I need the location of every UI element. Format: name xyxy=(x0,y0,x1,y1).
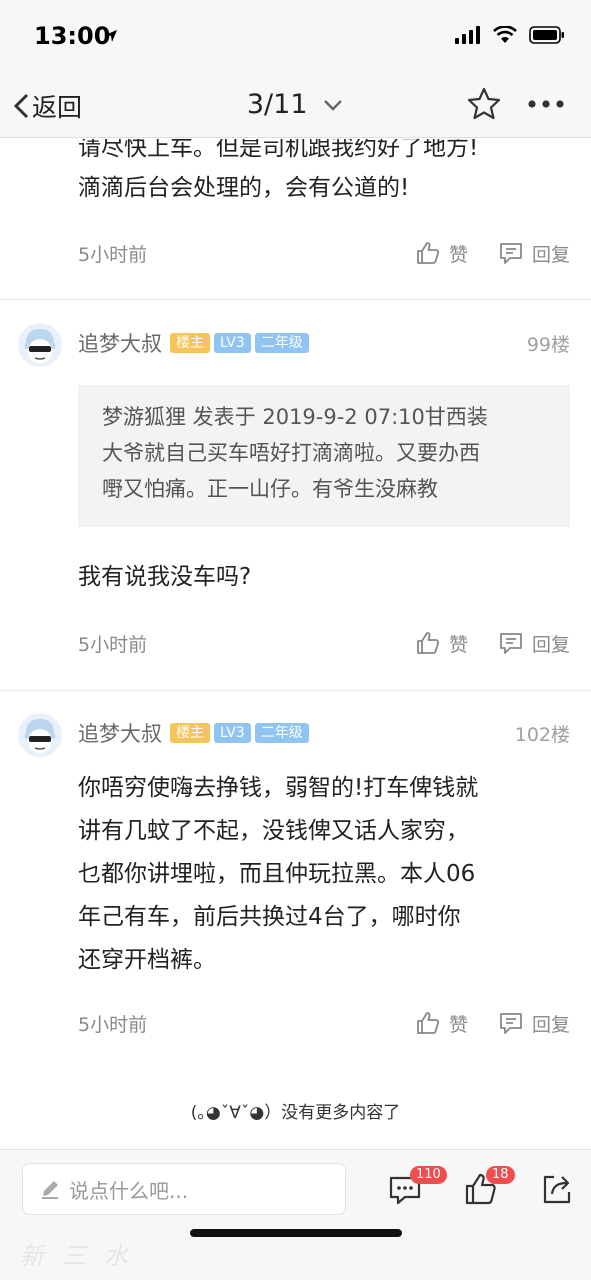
avatar-image xyxy=(18,713,62,757)
comment-line: 请尽快上车。但是司机跟我约好了地方! xyxy=(78,139,479,161)
comment-meta: 5小时前 赞 回复 xyxy=(78,238,570,268)
watermark: 新三水 xyxy=(20,1242,146,1270)
reply-label: 回复 xyxy=(531,633,570,656)
author-row: 追梦大叔 楼主 LV3 二年级 102楼 xyxy=(78,718,570,748)
like-label: 赞 xyxy=(448,243,468,266)
battery-icon xyxy=(529,26,564,44)
comment-meta: 5小时前 赞 回复 xyxy=(78,628,570,658)
owner-badge: 楼主 xyxy=(170,723,210,743)
like-count-badge: 18 xyxy=(486,1166,515,1184)
reply-label: 回复 xyxy=(531,243,570,266)
location-arrow-icon xyxy=(105,30,117,42)
reply-bubble-icon xyxy=(500,633,522,654)
comment-line: 讲有几蚊了不起，没钱俾又话人家穷， xyxy=(78,818,469,844)
status-time: 13:00 xyxy=(34,22,111,50)
comments-button[interactable]: 110 xyxy=(388,1166,447,1210)
like-button[interactable]: 赞 xyxy=(415,240,468,267)
reply-button[interactable]: 回复 xyxy=(498,630,570,657)
reply-bubble-icon xyxy=(500,243,522,264)
owner-badge: 楼主 xyxy=(170,333,210,353)
grade-badge: 二年级 xyxy=(254,333,309,353)
comment-time: 5小时前 xyxy=(78,243,148,266)
comment-line: 你唔穷使嗨去挣钱，弱智的!打车俾钱就 xyxy=(78,775,479,801)
comment-line: 年己有车，前后共换过4台了，哪时你 xyxy=(78,904,461,930)
more-icon[interactable] xyxy=(528,100,564,108)
reply-button[interactable]: 回复 xyxy=(498,240,570,267)
comment-line: 乜都你讲埋啦，而且仲玩拉黑。本人06 xyxy=(78,861,476,887)
page-selector[interactable]: 3/11 xyxy=(0,88,591,120)
avatar[interactable] xyxy=(18,323,62,367)
comment-input-placeholder: 说点什么吧... xyxy=(69,1178,189,1203)
comment-list[interactable]: 请尽快上车。但是司机跟我约好了地方! 滴滴后台会处理的，会有公道的! 5小时前 … xyxy=(0,139,591,1149)
comment-line: 还穿开档裤。 xyxy=(78,947,216,973)
share-button[interactable] xyxy=(540,1172,574,1210)
divider xyxy=(0,690,591,691)
grade-badge: 二年级 xyxy=(254,723,309,743)
pencil-icon xyxy=(42,1181,58,1199)
status-bar: 13:00 xyxy=(0,0,591,70)
share-icon xyxy=(543,1175,571,1204)
like-label: 赞 xyxy=(448,633,468,656)
comment-line: 我有说我没车吗? xyxy=(78,564,252,590)
thumbs-up-icon xyxy=(417,1012,439,1034)
quote-line: 大爷就自己买车唔好打滴滴啦。又要办西 xyxy=(102,441,480,465)
cellular-signal-icon xyxy=(455,26,480,44)
comment-count-badge: 110 xyxy=(410,1166,447,1184)
thumbs-up-icon xyxy=(417,632,439,654)
reply-bubble-icon xyxy=(500,1013,522,1034)
comment-input[interactable]: 说点什么吧... xyxy=(22,1163,346,1215)
avatar-image xyxy=(18,323,62,367)
like-button[interactable]: 赞 xyxy=(415,630,468,657)
comment-time: 5小时前 xyxy=(78,1013,148,1036)
comment-text: 我有说我没车吗? xyxy=(78,557,570,597)
author-name[interactable]: 追梦大叔 xyxy=(78,718,162,748)
page-indicator: 3/11 xyxy=(246,89,308,120)
comment-text: 你唔穷使嗨去挣钱，弱智的!打车俾钱就 讲有几蚊了不起，没钱俾又话人家穷， 乜都你… xyxy=(78,767,570,982)
author-name[interactable]: 追梦大叔 xyxy=(78,328,162,358)
comment-text: 请尽快上车。但是司机跟我约好了地方! 滴滴后台会处理的，会有公道的! xyxy=(78,139,570,208)
comment-line: 滴滴后台会处理的，会有公道的! xyxy=(78,175,410,201)
wifi-icon xyxy=(493,26,517,43)
like-label: 赞 xyxy=(448,1013,468,1036)
level-badge: LV3 xyxy=(214,723,251,743)
home-indicator[interactable] xyxy=(190,1229,402,1237)
quote-box: 梦游狐狸 发表于 2019-9-2 07:10甘西装 大爷就自己买车唔好打滴滴啦… xyxy=(78,385,570,527)
level-badge: LV3 xyxy=(214,333,251,353)
comment-time: 5小时前 xyxy=(78,633,148,656)
nav-bar: 返回 3/11 xyxy=(0,70,591,138)
comment-meta: 5小时前 赞 回复 xyxy=(78,1008,570,1038)
reply-button[interactable]: 回复 xyxy=(498,1010,570,1037)
floor-number: 99楼 xyxy=(526,333,570,356)
star-icon[interactable] xyxy=(466,86,502,122)
floor-number: 102楼 xyxy=(514,723,570,746)
quote-line: 嘢又怕痛。正一山仔。有爷生没麻教 xyxy=(102,477,438,501)
thumbs-up-icon xyxy=(417,242,439,264)
divider xyxy=(0,299,591,300)
quote-line: 梦游狐狸 发表于 2019-9-2 07:10甘西装 xyxy=(102,405,488,429)
chevron-down-icon xyxy=(324,99,342,111)
like-button[interactable]: 赞 xyxy=(415,1010,468,1037)
reply-label: 回复 xyxy=(531,1013,570,1036)
author-row: 追梦大叔 楼主 LV3 二年级 99楼 xyxy=(78,328,570,358)
like-post-button[interactable]: 18 xyxy=(464,1166,515,1210)
end-of-list-note: (｡◕ˇ∀ˇ◕）没有更多内容了 xyxy=(190,1103,401,1123)
avatar[interactable] xyxy=(18,713,62,757)
status-icons xyxy=(455,26,565,44)
